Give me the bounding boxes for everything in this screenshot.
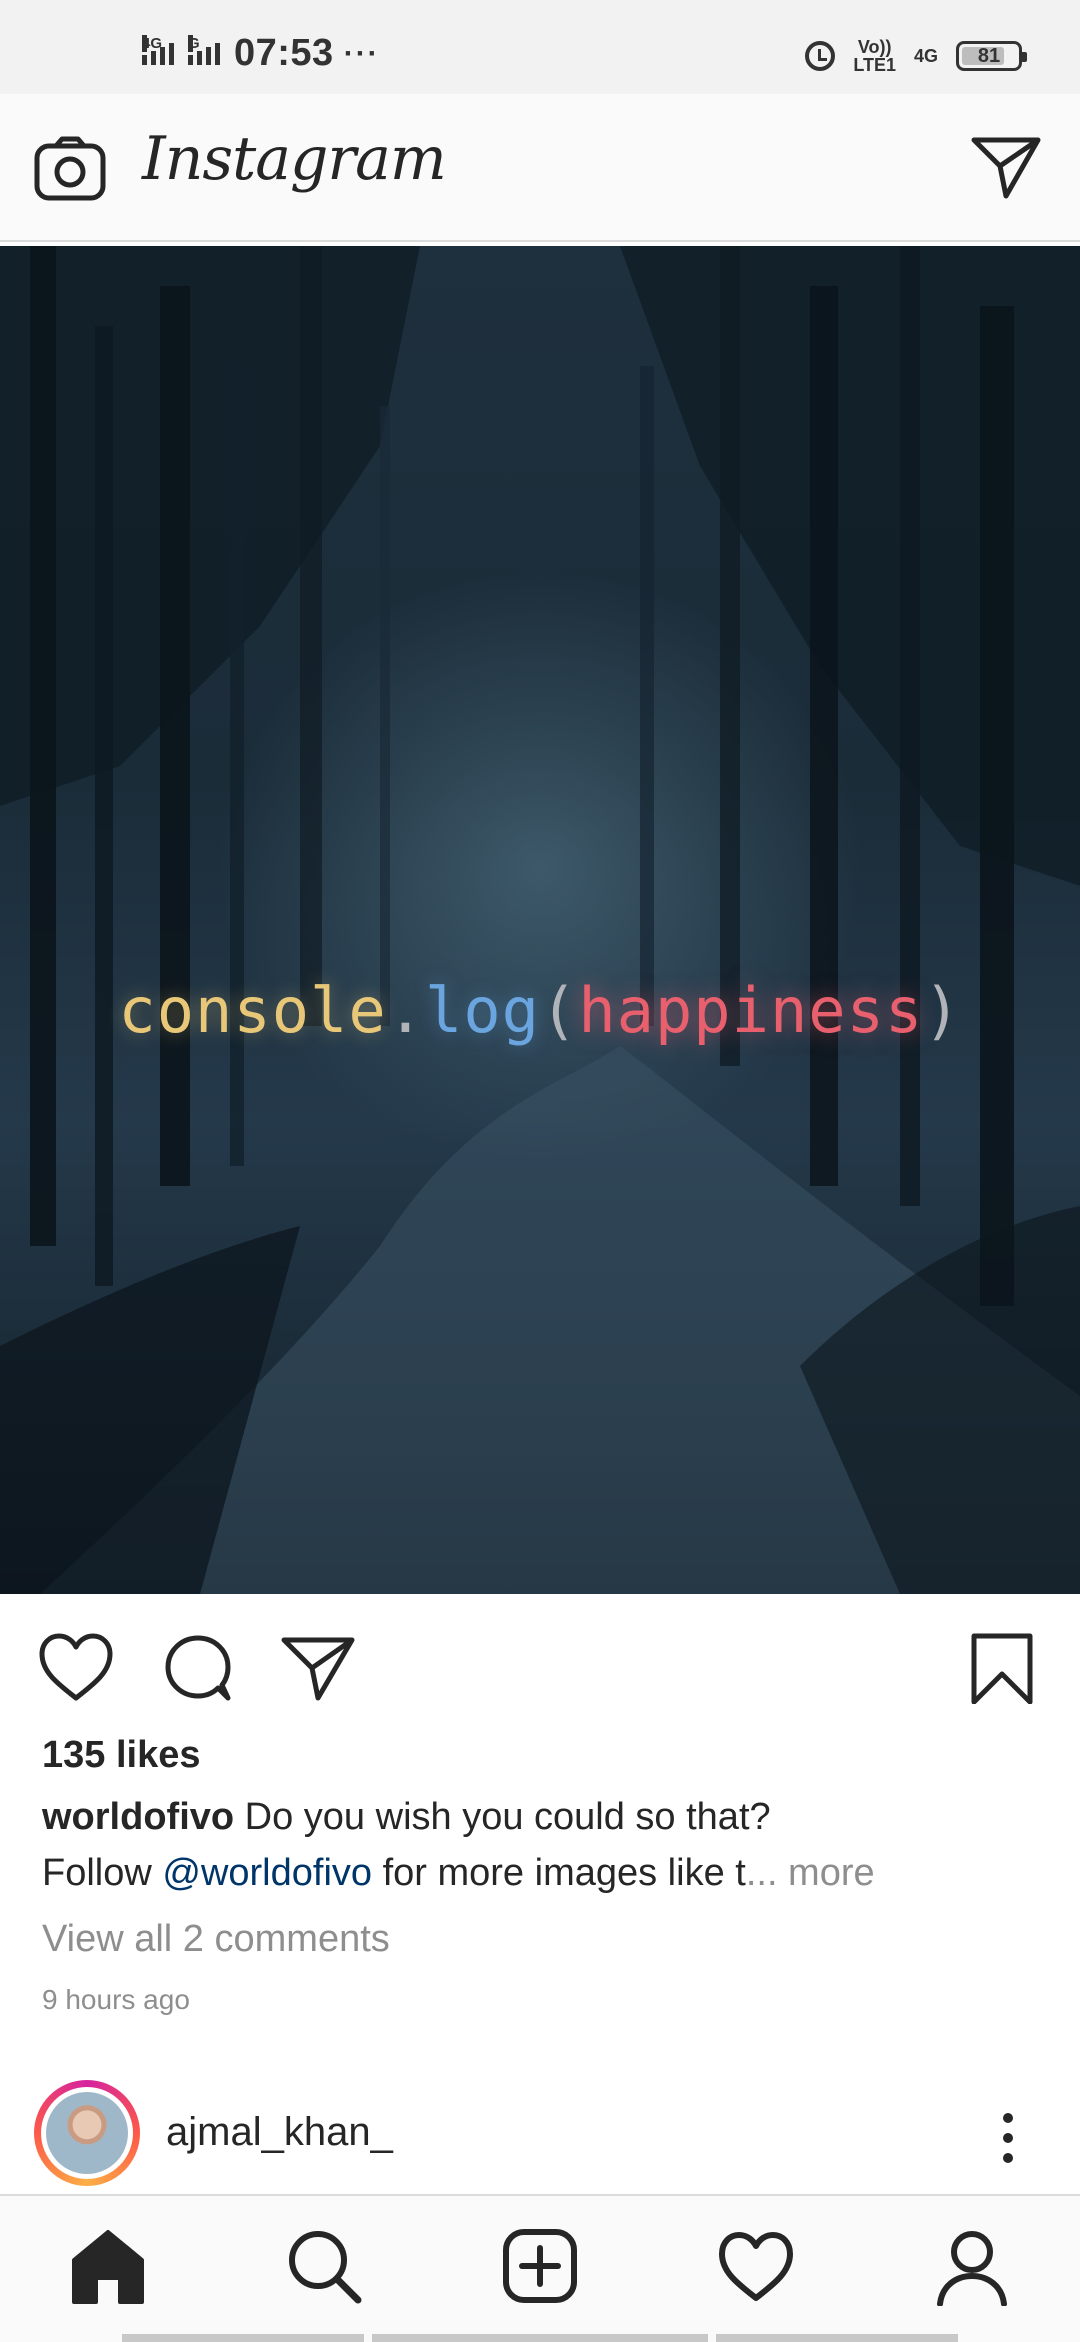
gesture-bar-left — [122, 2334, 364, 2342]
caption-line-1: worldofivo Do you wish you could so that… — [42, 1796, 771, 1839]
like-heart-icon[interactable] — [38, 1632, 114, 1704]
status-bar: 4G G 07:53 ··· Vo)) LTE1 4G 81 — [0, 0, 1080, 94]
status-right: Vo)) LTE1 4G 81 — [805, 38, 1027, 74]
new-post-icon[interactable] — [500, 2226, 580, 2306]
caption-suffix: for more images like t — [372, 1852, 746, 1894]
status-overflow: ··· — [343, 36, 380, 70]
alarm-icon — [805, 41, 836, 71]
code-open-paren: ( — [540, 974, 579, 1047]
more-options-icon[interactable] — [996, 2110, 1020, 2166]
status-left: 4G G 07:53 ··· — [142, 32, 380, 75]
caption-text: Do you wish you could so that? — [234, 1796, 771, 1838]
avatar[interactable] — [41, 2087, 133, 2179]
caption-more-link[interactable]: ... more — [746, 1852, 875, 1894]
forest-background — [0, 246, 1080, 1594]
volte-indicator: Vo)) LTE1 — [853, 38, 896, 74]
volte-bottom: LTE1 — [853, 55, 896, 75]
comment-icon[interactable] — [160, 1632, 236, 1704]
profile-icon[interactable] — [932, 2226, 1012, 2306]
post-timestamp: 9 hours ago — [42, 1984, 190, 2015]
share-icon[interactable] — [280, 1632, 356, 1704]
post-image-text: console.log(happiness) — [0, 974, 1080, 1047]
bookmark-icon[interactable] — [964, 1632, 1040, 1704]
signal-sim1-icon: 4G — [142, 34, 174, 65]
home-icon[interactable] — [68, 2226, 148, 2306]
battery-icon: 81 — [956, 41, 1027, 71]
caption-line-2: Follow @worldofivo for more images like … — [42, 1852, 875, 1895]
search-icon[interactable] — [284, 2226, 364, 2306]
sim2-label: G — [188, 34, 200, 52]
post-image[interactable]: console.log(happiness) — [0, 246, 1080, 1594]
code-close-paren: ) — [923, 974, 962, 1047]
sim1-label: 4G — [142, 34, 163, 52]
network-type: 4G — [913, 45, 938, 66]
activity-heart-icon[interactable] — [716, 2226, 796, 2306]
story-ring[interactable] — [34, 2080, 140, 2186]
signal-sim2-icon: G — [188, 34, 220, 65]
view-comments-link[interactable]: View all 2 comments — [42, 1918, 390, 1961]
caption-username[interactable]: worldofivo — [42, 1796, 234, 1838]
caption-prefix: Follow — [42, 1852, 163, 1894]
camera-icon[interactable] — [34, 136, 106, 202]
code-log: log — [425, 974, 540, 1047]
likes-count[interactable]: 135 likes — [42, 1734, 200, 1777]
direct-message-icon[interactable] — [970, 134, 1042, 200]
gesture-bar-center — [372, 2334, 708, 2342]
volte-top: Vo)) — [857, 37, 892, 57]
bottom-navigation — [0, 2194, 1080, 2342]
caption-mention-link[interactable]: @worldofivo — [162, 1852, 372, 1894]
status-time: 07:53 — [234, 32, 334, 74]
app-top-bar: Instagram — [0, 94, 1080, 242]
app-logo: Instagram — [142, 124, 447, 194]
battery-level: 81 — [977, 44, 1001, 67]
next-post-header: ajmal_khan_ — [0, 2070, 1080, 2196]
gesture-bar-right — [716, 2334, 958, 2342]
code-console: console — [118, 974, 387, 1047]
post-actions — [0, 1594, 1080, 1734]
code-happiness: happiness — [578, 974, 924, 1047]
next-post-username[interactable]: ajmal_khan_ — [166, 2110, 393, 2155]
code-dot: . — [386, 974, 426, 1047]
